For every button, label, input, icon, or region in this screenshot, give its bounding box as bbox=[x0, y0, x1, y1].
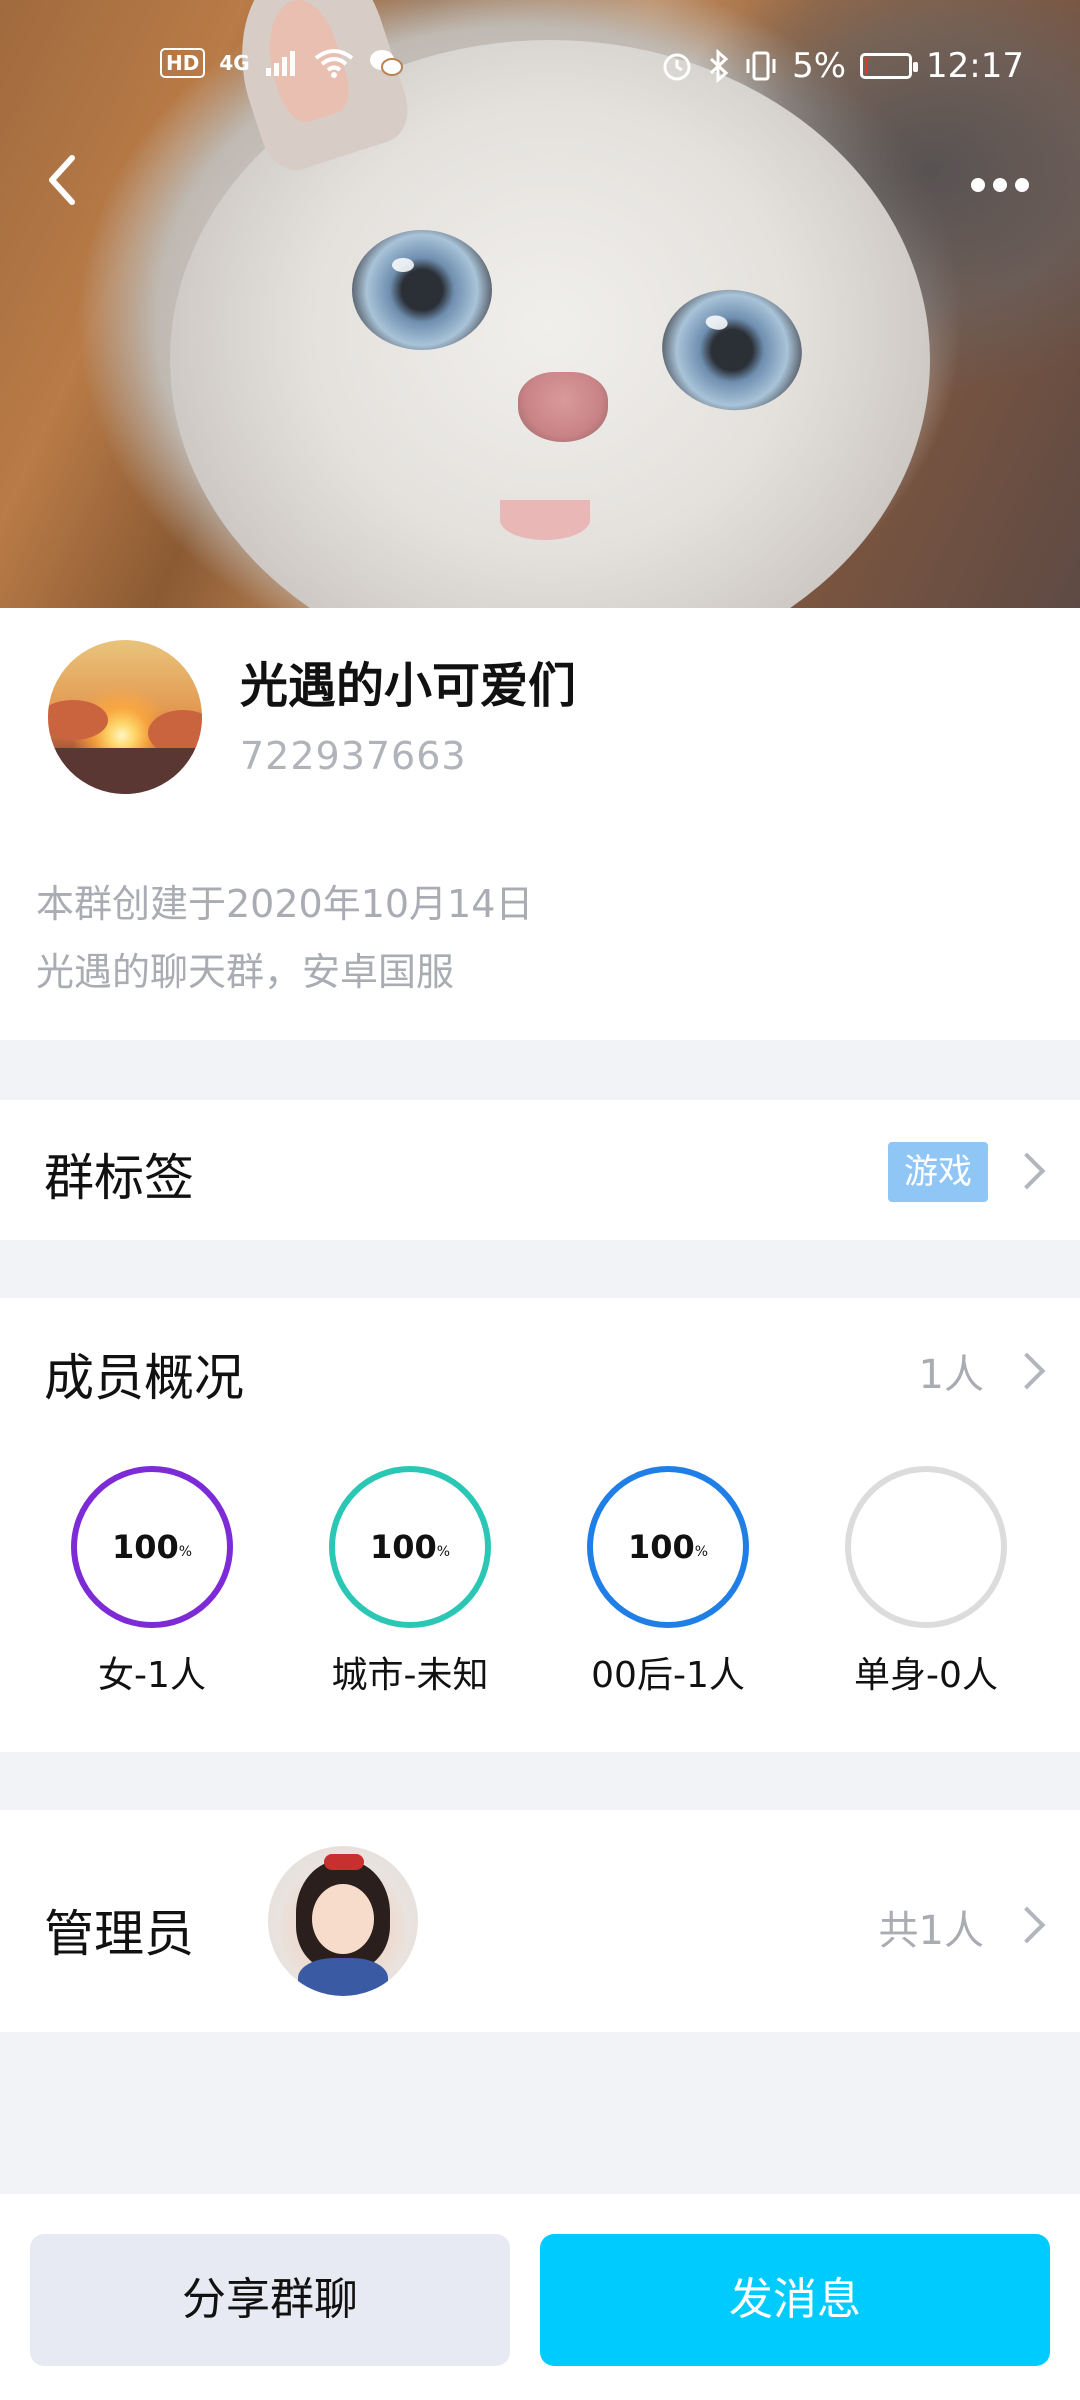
back-chevron-icon bbox=[49, 155, 75, 205]
vibrate-icon bbox=[746, 51, 776, 81]
group-intro: 光遇的聊天群，安卓国服 bbox=[36, 950, 455, 994]
battery-icon bbox=[860, 53, 919, 79]
group-info: 光遇的小可爱们 722937663 本群创建于2020年10月14日 光遇的聊天… bbox=[0, 608, 1080, 1040]
bottom-action-bar: 分享群聊 发消息 bbox=[0, 2194, 1080, 2400]
stat-label: 单身-0人 bbox=[854, 1655, 998, 1696]
cat-nose bbox=[518, 372, 608, 442]
stat-label: 00后-1人 bbox=[591, 1655, 745, 1696]
cat-eye-left bbox=[352, 230, 492, 350]
bluetooth-icon bbox=[710, 49, 729, 83]
share-group-button[interactable]: 分享群聊 bbox=[30, 2234, 510, 2366]
clock: 12:17 bbox=[926, 46, 1024, 86]
progress-ring: 100% bbox=[329, 1466, 491, 1628]
member-count[interactable]: 1人 bbox=[919, 1342, 984, 1400]
stat-age: 100% 00后-1人 bbox=[558, 1466, 778, 1698]
network-label: 4G bbox=[219, 51, 250, 75]
group-tags-title: 群标签 bbox=[44, 1149, 194, 1207]
send-message-button[interactable]: 发消息 bbox=[540, 2234, 1050, 2366]
back-button[interactable] bbox=[42, 150, 102, 220]
group-description: 本群创建于2020年10月14日 光遇的聊天群，安卓国服 bbox=[36, 870, 533, 1006]
battery-percent: 5% bbox=[792, 46, 847, 86]
group-tags-row[interactable]: 群标签 游戏 bbox=[0, 1100, 1080, 1240]
admin-title: 管理员 bbox=[44, 1905, 194, 1963]
wifi-icon bbox=[314, 49, 353, 78]
stat-label: 女-1人 bbox=[98, 1655, 206, 1696]
status-left: HD 4G bbox=[160, 48, 404, 78]
progress-ring bbox=[845, 1466, 1007, 1628]
status-bar: HD 4G 5% 12:17 bbox=[0, 0, 1080, 140]
progress-ring: 100% bbox=[587, 1466, 749, 1628]
group-id: 722937663 bbox=[240, 734, 467, 778]
status-right: 5% 12:17 bbox=[660, 46, 1024, 86]
chevron-right-icon bbox=[1008, 1152, 1046, 1190]
group-name: 光遇的小可爱们 bbox=[240, 658, 577, 714]
cover-photo: HD 4G 5% 12:17 bbox=[0, 0, 1080, 608]
stat-gender: 100% 女-1人 bbox=[42, 1466, 262, 1698]
more-dots-icon bbox=[971, 178, 985, 192]
progress-ring: 100% bbox=[71, 1466, 233, 1628]
signal-icon bbox=[265, 51, 295, 76]
admin-avatar[interactable] bbox=[268, 1846, 418, 1996]
stat-label: 城市-未知 bbox=[331, 1655, 489, 1696]
tag-chip: 游戏 bbox=[888, 1142, 988, 1202]
chevron-right-icon bbox=[1008, 1906, 1046, 1944]
wechat-icon bbox=[369, 50, 403, 76]
group-created-date: 本群创建于2020年10月14日 bbox=[36, 882, 534, 926]
cat-mouth bbox=[500, 500, 590, 540]
member-overview-title: 成员概况 bbox=[44, 1349, 244, 1407]
hd-badge: HD bbox=[160, 48, 206, 78]
more-button[interactable] bbox=[960, 160, 1040, 210]
group-avatar[interactable] bbox=[48, 640, 202, 794]
admin-row[interactable]: 管理员 共1人 bbox=[0, 1810, 1080, 2032]
alarm-icon bbox=[663, 53, 691, 81]
stat-single: 单身-0人 bbox=[816, 1466, 1036, 1698]
admin-count: 共1人 bbox=[878, 1908, 984, 1954]
stat-city: 100% 城市-未知 bbox=[300, 1466, 520, 1698]
member-overview: 成员概况 1人 100% 女-1人 100% 城市-未知 100% 00后-1人… bbox=[0, 1298, 1080, 1752]
chevron-right-icon[interactable] bbox=[1008, 1352, 1046, 1390]
